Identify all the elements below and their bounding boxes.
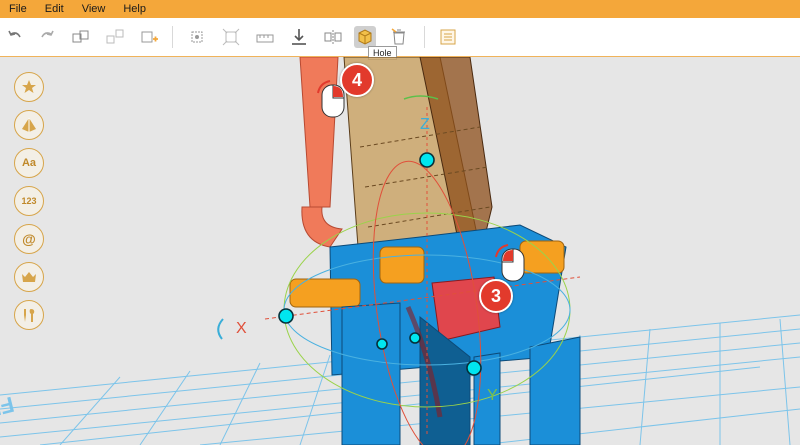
undo-button[interactable]	[4, 26, 26, 48]
y-axis-label: Y	[487, 387, 498, 404]
align-button[interactable]	[186, 26, 208, 48]
favorites-button[interactable]	[14, 72, 44, 102]
step-badge-3: 3	[479, 279, 513, 313]
gizmo-handle-inner-1[interactable]	[376, 338, 388, 350]
shapes-button[interactable]	[14, 110, 44, 140]
sidebar: Aa 123 @	[14, 72, 44, 338]
drop-to-floor-button[interactable]	[288, 26, 310, 48]
undo-icon	[8, 30, 21, 38]
z-axis-label: Z	[420, 116, 430, 133]
floor-front-label: FRON	[0, 392, 17, 431]
menu-help[interactable]: Help	[114, 0, 155, 18]
ungroup-button[interactable]	[104, 26, 126, 48]
transform-button[interactable]	[220, 26, 242, 48]
number-button[interactable]: 123	[14, 186, 44, 216]
transform-icon	[222, 28, 240, 46]
group-icon	[72, 30, 89, 43]
menu-view[interactable]: View	[73, 0, 115, 18]
ruler-button[interactable]	[254, 26, 276, 48]
mirror-button[interactable]	[322, 26, 344, 48]
crown-button[interactable]	[14, 262, 44, 292]
tools-button[interactable]	[14, 300, 44, 330]
gizmo-handle-top[interactable]	[419, 152, 435, 168]
crown-icon	[22, 272, 36, 282]
object-list-button[interactable]	[437, 26, 459, 48]
menu-edit[interactable]: Edit	[36, 0, 73, 18]
tools-icon	[24, 309, 35, 322]
redo-button[interactable]	[36, 26, 58, 48]
redo-icon	[41, 30, 54, 38]
toolbar	[0, 18, 800, 57]
toolbar-divider	[424, 26, 425, 48]
step-badge-4: 4	[340, 63, 374, 97]
mirror-icon	[324, 30, 342, 44]
star-icon	[22, 80, 36, 93]
ungroup-icon	[106, 29, 124, 44]
pyramid-icon	[22, 118, 36, 132]
menu-file[interactable]: File	[0, 0, 36, 18]
gizmo-handle-bottom[interactable]	[466, 360, 482, 376]
delete-button[interactable]	[388, 26, 410, 48]
scene: Z X Y FRON	[0, 57, 800, 445]
download-arrow-icon	[292, 29, 306, 45]
trash-icon	[391, 28, 405, 45]
group-button[interactable]	[70, 26, 92, 48]
align-icon	[191, 31, 203, 43]
import-button[interactable]	[138, 26, 160, 48]
ruler-icon	[256, 34, 274, 43]
rotate-arrow-icon	[217, 318, 224, 340]
robot-body	[289, 224, 581, 445]
text-button[interactable]: Aa	[14, 148, 44, 178]
menu-bar: File Edit View Help	[0, 0, 800, 18]
x-axis-label: X	[236, 320, 247, 337]
hole-button[interactable]	[354, 26, 376, 48]
gizmo-handle-inner-2[interactable]	[409, 332, 421, 344]
list-icon	[440, 29, 456, 45]
gizmo-handle-left[interactable]	[278, 308, 294, 324]
3d-viewport[interactable]: Z X Y FRON 4 3	[0, 57, 800, 445]
symbols-button[interactable]: @	[14, 224, 44, 254]
box-plus-icon	[141, 31, 158, 43]
hole-cube-icon	[358, 29, 372, 45]
toolbar-divider	[172, 26, 173, 48]
